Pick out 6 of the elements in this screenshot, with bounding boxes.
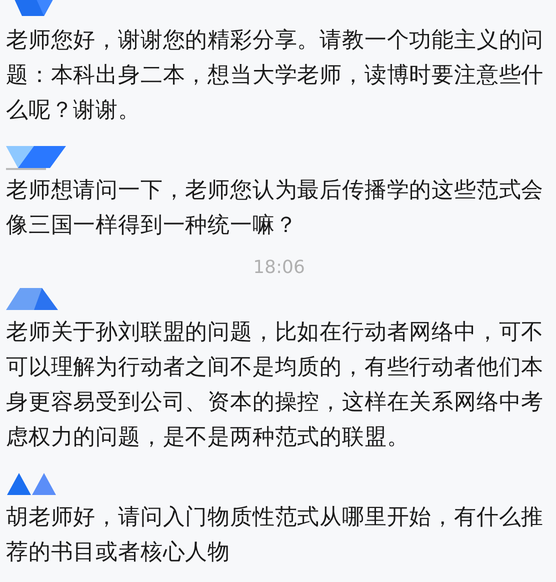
timestamp: 18:06 xyxy=(253,257,305,278)
avatar-icon xyxy=(6,144,68,170)
message-text: 胡老师好，请问入门物质性范式从哪里开始，有什么推荐的书目或者核心人物 xyxy=(6,504,545,567)
message-text: 老师关于孙刘联盟的问题，比如在行动者网络中，可不可以理解为行动者之间不是均质的，有些行动者他们本身更容易受到公司、资本的操控，这样在关系网络中考虑权力的问题，是不是两种范式的联盟。 xyxy=(6,319,545,452)
message-text: 老师您好，谢谢您的精彩分享。请教一个功能主义的问题：本科出身二本，想当大学老师，读博时要注意些什么呢？谢谢。 xyxy=(6,27,545,125)
message-text: 老师想请问一下，老师您认为最后传播学的这些范式会像三国一样得到一种统一嘛？ xyxy=(6,177,545,240)
